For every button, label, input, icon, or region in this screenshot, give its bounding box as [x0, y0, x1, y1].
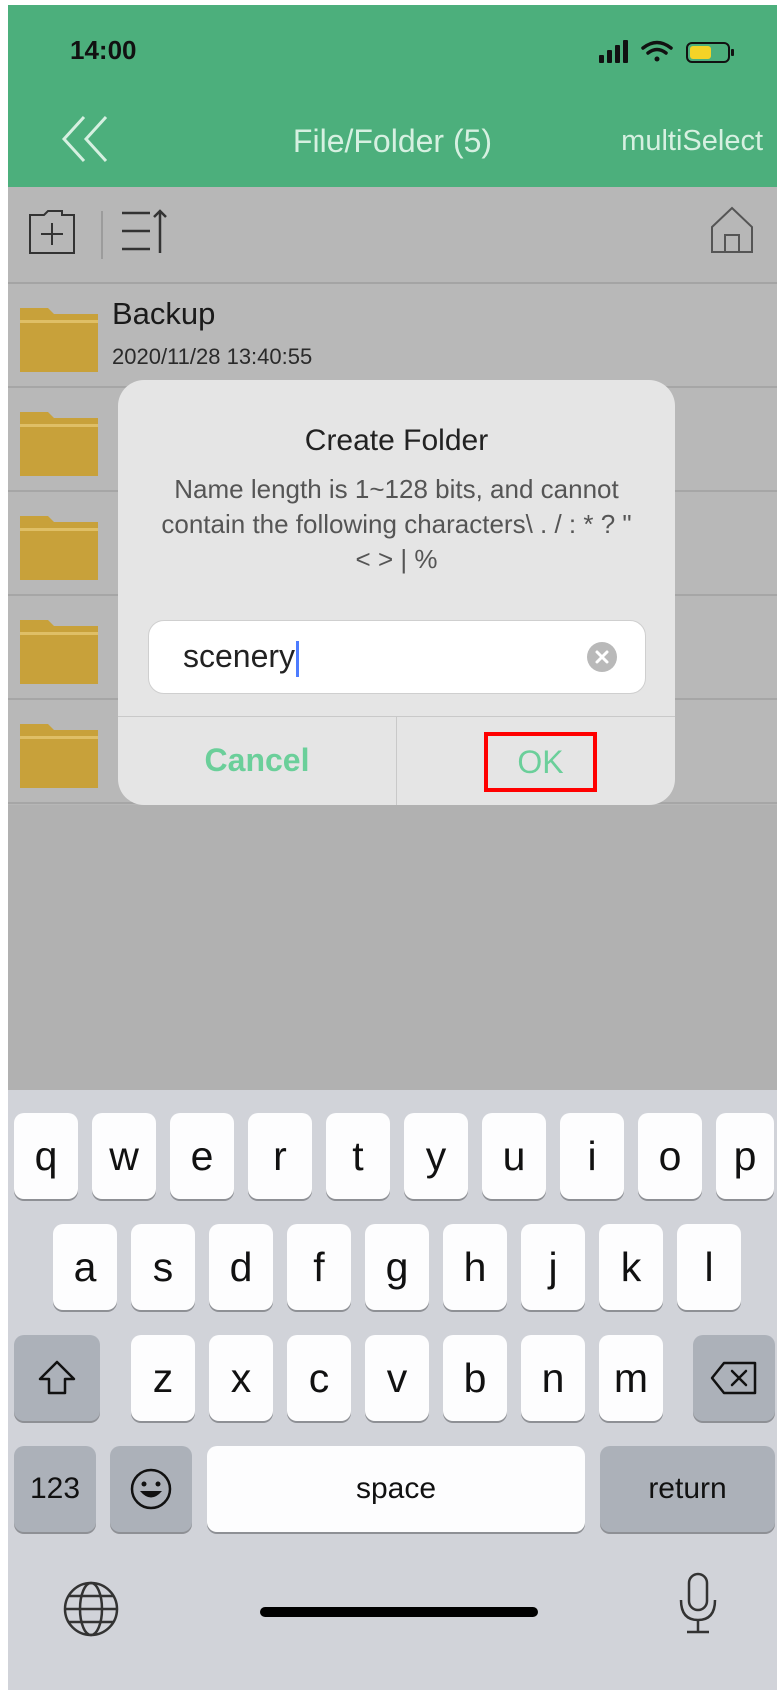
key-g[interactable]: g [365, 1224, 429, 1310]
wifi-icon [641, 40, 673, 62]
new-folder-button[interactable] [28, 209, 76, 260]
key-u[interactable]: u [482, 1113, 546, 1199]
file-name: Backup [112, 296, 216, 331]
cancel-button[interactable]: Cancel [118, 716, 396, 805]
key-h[interactable]: h [443, 1224, 507, 1310]
emoji-key[interactable] [110, 1446, 192, 1532]
space-key[interactable]: space [207, 1446, 585, 1532]
folder-add-icon [29, 210, 75, 254]
status-time: 14:00 [70, 35, 137, 65]
folder-name-input[interactable]: scenery [148, 620, 646, 694]
key-l[interactable]: l [677, 1224, 741, 1310]
key-k[interactable]: k [599, 1224, 663, 1310]
keyboard: q w e r t y u i o p a s d f g h j k l z … [8, 1090, 777, 1690]
clear-icon [595, 650, 609, 664]
sort-icon [122, 209, 167, 253]
folder-icon [20, 412, 98, 476]
emoji-icon [130, 1468, 172, 1510]
key-y[interactable]: y [404, 1113, 468, 1199]
text-caret [296, 640, 300, 677]
key-f[interactable]: f [287, 1224, 351, 1310]
key-p[interactable]: p [716, 1113, 774, 1199]
return-key[interactable]: return [600, 1446, 775, 1532]
key-b[interactable]: b [443, 1335, 507, 1421]
ok-button-highlight [484, 732, 597, 792]
key-d[interactable]: d [209, 1224, 273, 1310]
microphone-icon [679, 1572, 717, 1634]
create-folder-dialog: Create Folder Name length is 1~128 bits,… [118, 380, 675, 805]
folder-icon [20, 724, 98, 788]
sort-button[interactable] [120, 207, 168, 262]
dialog-button-divider [396, 716, 397, 805]
key-q[interactable]: q [14, 1113, 78, 1199]
key-e[interactable]: e [170, 1113, 234, 1199]
key-v[interactable]: v [365, 1335, 429, 1421]
key-r[interactable]: r [248, 1113, 312, 1199]
globe-icon [63, 1581, 119, 1637]
folder-name-value: scenery [183, 638, 300, 677]
battery-icon [686, 42, 734, 63]
backspace-icon [710, 1361, 757, 1395]
home-button[interactable] [708, 205, 756, 260]
toolbar [8, 187, 777, 284]
dialog-message: Name length is 1~128 bits, and cannot co… [161, 474, 632, 574]
folder-icon [20, 308, 98, 372]
shift-icon [38, 1360, 76, 1395]
backspace-key[interactable] [693, 1335, 775, 1421]
file-date: 2020/11/28 13:40:55 [112, 344, 313, 369]
folder-icon [20, 516, 98, 580]
toolbar-divider [101, 211, 103, 259]
key-a[interactable]: a [53, 1224, 117, 1310]
file-list-item[interactable]: Backup 2020/11/28 13:40:55 [8, 284, 777, 388]
key-i[interactable]: i [560, 1113, 624, 1199]
home-indicator [260, 1607, 538, 1617]
key-z[interactable]: z [131, 1335, 195, 1421]
key-o[interactable]: o [638, 1113, 702, 1199]
home-icon [711, 206, 753, 253]
multi-select-button[interactable]: multiSelect [621, 125, 763, 158]
key-m[interactable]: m [599, 1335, 663, 1421]
app-screen: 14:00 File/Folder (5) multiSelect Backup… [8, 5, 777, 1690]
overlay-background [8, 805, 777, 1090]
dialog-title: Create Folder [304, 424, 489, 457]
key-w[interactable]: w [92, 1113, 156, 1199]
key-s[interactable]: s [131, 1224, 195, 1310]
signal-icon [599, 40, 628, 63]
key-j[interactable]: j [521, 1224, 585, 1310]
key-x[interactable]: x [209, 1335, 273, 1421]
folder-icon [20, 620, 98, 684]
status-icons [599, 37, 749, 67]
dictation-button[interactable] [677, 1572, 719, 1641]
key-n[interactable]: n [521, 1335, 585, 1421]
header-bar: 14:00 File/Folder (5) multiSelect [8, 5, 777, 187]
clear-input-button[interactable] [587, 642, 617, 672]
key-c[interactable]: c [287, 1335, 351, 1421]
shift-key[interactable] [14, 1335, 100, 1421]
key-t[interactable]: t [326, 1113, 390, 1199]
globe-button[interactable] [62, 1580, 120, 1643]
numbers-key[interactable]: 123 [14, 1446, 96, 1532]
